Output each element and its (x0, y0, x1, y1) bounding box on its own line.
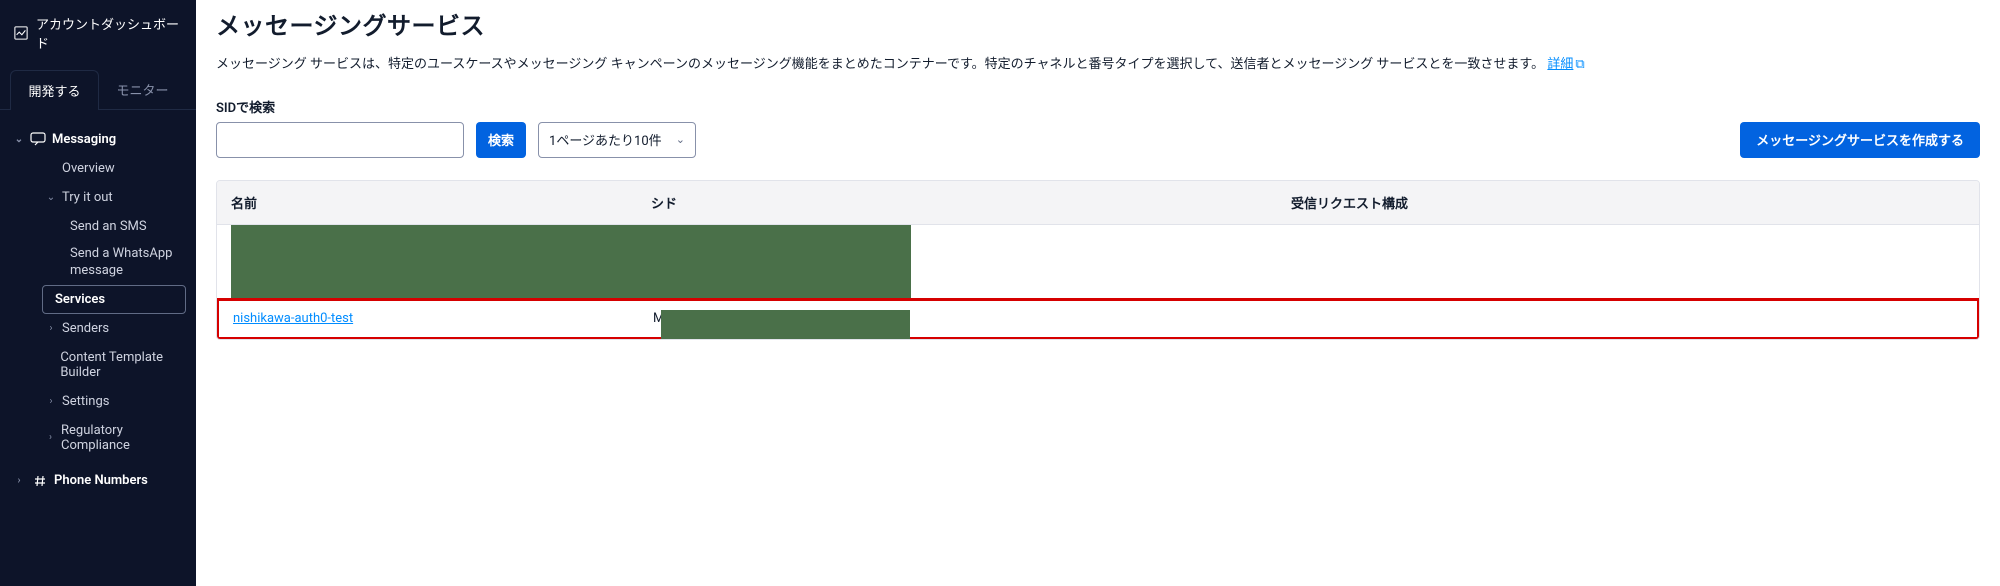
chevron-down-icon: ⌄ (14, 134, 24, 145)
nav-content-template[interactable]: ›Content Template Builder (20, 343, 196, 387)
service-name-link[interactable]: nishikawa-auth0-test (233, 311, 353, 326)
detail-link[interactable]: 詳細 (1547, 57, 1573, 72)
nav-regulatory[interactable]: › Regulatory Compliance (20, 416, 196, 460)
account-dashboard-label: アカウントダッシュボード (36, 14, 182, 52)
services-table: 名前 シド 受信リクエスト構成 nishikawa-auth0-test M (216, 180, 1980, 340)
controls-row: 検索 1ページあたり10件 ⌄ メッセージングサービスを作成する (216, 122, 1980, 158)
table-row[interactable]: nishikawa-auth0-test M (216, 298, 1980, 340)
nav-try-it-out[interactable]: ⌄ Try it out (20, 183, 196, 212)
nav-overview[interactable]: ›Overview (20, 154, 196, 183)
page-title: メッセージングサービス (216, 6, 1980, 41)
table-header: 名前 シド 受信リクエスト構成 (217, 181, 1979, 225)
redacted-content (231, 225, 911, 299)
nav-senders[interactable]: › Senders (20, 314, 196, 343)
col-header-name: 名前 (231, 193, 651, 212)
account-dashboard-link[interactable]: アカウントダッシュボード (0, 6, 196, 62)
hash-icon (32, 473, 48, 489)
search-input[interactable] (216, 122, 464, 158)
col-header-sid: シド (651, 193, 1291, 212)
redacted-content (661, 310, 910, 340)
table-row[interactable] (217, 225, 1979, 299)
nav-send-sms[interactable]: Send an SMS (20, 212, 196, 241)
nav-settings[interactable]: › Settings (20, 387, 196, 416)
page-size-label: 1ページあたり10件 (549, 130, 662, 149)
sidebar: アカウントダッシュボード 開発する モニター ⌄ Messaging ›Over… (0, 0, 196, 586)
nav-tree: ⌄ Messaging ›Overview ⌄ Try it out Send … (0, 110, 196, 510)
chevron-down-icon: ⌄ (676, 133, 685, 146)
dashboard-icon (14, 26, 28, 40)
nav-send-whatsapp[interactable]: Send a WhatsApp message (20, 241, 196, 285)
create-service-button[interactable]: メッセージングサービスを作成する (1740, 122, 1980, 158)
page-description: メッセージング サービスは、特定のユースケースやメッセージング キャンペーンのメ… (216, 55, 1980, 75)
tab-develop[interactable]: 開発する (10, 70, 99, 110)
nav-services[interactable]: Services (42, 285, 186, 314)
nav-messaging[interactable]: ⌄ Messaging (0, 124, 196, 154)
chevron-right-icon: › (14, 475, 24, 486)
page-size-select[interactable]: 1ページあたり10件 ⌄ (538, 122, 696, 158)
chevron-down-icon: ⌄ (46, 192, 56, 203)
nav-phone-numbers-label: Phone Numbers (54, 473, 148, 488)
nav-messaging-label: Messaging (52, 132, 116, 147)
tab-monitor[interactable]: モニター (99, 70, 186, 109)
sidebar-tabs: 開発する モニター (0, 62, 196, 110)
chevron-right-icon: › (46, 396, 56, 407)
chevron-right-icon: › (46, 323, 56, 334)
external-link-icon: ⧉ (1575, 55, 1584, 75)
main-content: メッセージングサービス メッセージング サービスは、特定のユースケースやメッセー… (196, 0, 2000, 586)
col-header-request-config: 受信リクエスト構成 (1291, 193, 1965, 212)
search-button[interactable]: 検索 (476, 122, 526, 158)
chat-icon (30, 131, 46, 147)
chevron-right-icon: › (46, 432, 55, 443)
nav-phone-numbers[interactable]: › Phone Numbers (0, 466, 196, 496)
search-label: SIDで検索 (216, 97, 1980, 116)
